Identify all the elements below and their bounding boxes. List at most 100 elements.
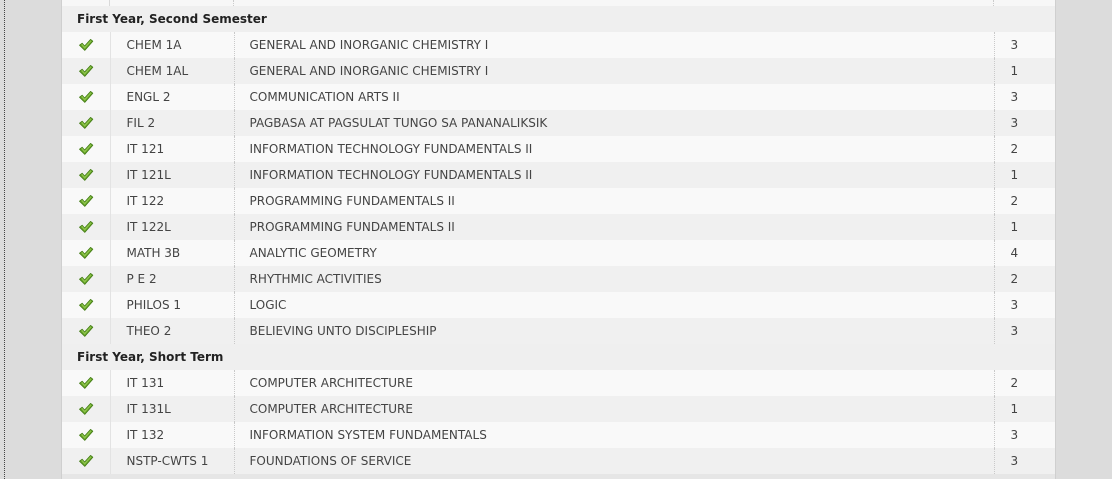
course-row: IT 131 COMPUTER ARCHITECTURE 2 — [62, 370, 1055, 396]
course-units: 1 — [994, 58, 1055, 84]
curriculum-panel: First Year, Second Semester CHEM 1A GENE… — [61, 0, 1056, 479]
check-icon — [78, 246, 94, 260]
course-code: IT 122 — [110, 188, 235, 214]
check-icon — [78, 194, 94, 208]
status-cell — [62, 162, 111, 188]
course-units: 3 — [994, 422, 1055, 448]
course-title: COMPUTER ARCHITECTURE — [234, 396, 995, 422]
check-icon — [78, 116, 94, 130]
course-title: PROGRAMMING FUNDAMENTALS II — [234, 188, 995, 214]
course-title: GENERAL AND INORGANIC CHEMISTRY I — [234, 58, 995, 84]
semester-heading: First Year, Second Semester — [62, 6, 1055, 32]
course-code: CHEM 1AL — [110, 58, 235, 84]
course-row: IT 122 PROGRAMMING FUNDAMENTALS II 2 — [62, 188, 1055, 214]
course-units: 3 — [994, 318, 1055, 344]
course-units: 2 — [994, 188, 1055, 214]
check-icon — [78, 376, 94, 390]
course-units: 1 — [994, 162, 1055, 188]
course-units: 1 — [994, 396, 1055, 422]
course-title: GENERAL AND INORGANIC CHEMISTRY I — [234, 32, 995, 58]
course-units: 3 — [994, 110, 1055, 136]
course-code: IT 122L — [110, 214, 235, 240]
status-cell — [62, 396, 111, 422]
status-cell — [62, 58, 111, 84]
course-units: 1 — [994, 214, 1055, 240]
course-code: PHILOS 1 — [110, 292, 235, 318]
course-title: PAGBASA AT PAGSULAT TUNGO SA PANANALIKSI… — [234, 110, 995, 136]
course-code: IT 131 — [110, 370, 235, 396]
course-units: 3 — [994, 84, 1055, 110]
course-code: CHEM 1A — [110, 32, 235, 58]
check-icon — [78, 272, 94, 286]
course-row: IT 132 INFORMATION SYSTEM FUNDAMENTALS 3 — [62, 422, 1055, 448]
status-cell — [62, 370, 111, 396]
course-row: CHEM 1A GENERAL AND INORGANIC CHEMISTRY … — [62, 32, 1055, 58]
check-icon — [78, 38, 94, 52]
course-units: 3 — [994, 32, 1055, 58]
course-title: PROGRAMMING FUNDAMENTALS II — [234, 214, 995, 240]
course-title: LOGIC — [234, 292, 995, 318]
course-title: INFORMATION SYSTEM FUNDAMENTALS — [234, 422, 995, 448]
status-cell — [62, 240, 111, 266]
status-cell — [62, 32, 111, 58]
check-icon — [78, 64, 94, 78]
semester-heading-row: First Year, Short Term — [62, 344, 1055, 370]
course-row: IT 122L PROGRAMMING FUNDAMENTALS II 1 — [62, 214, 1055, 240]
course-code: IT 131L — [110, 396, 235, 422]
status-cell — [62, 422, 111, 448]
course-code: IT 121L — [110, 162, 235, 188]
page: First Year, Second Semester CHEM 1A GENE… — [0, 0, 1112, 479]
course-units: 4 — [994, 240, 1055, 266]
check-icon — [78, 428, 94, 442]
course-row: NSTP-CWTS 1 FOUNDATIONS OF SERVICE 3 — [62, 448, 1055, 474]
check-icon — [78, 324, 94, 338]
course-title: COMMUNICATION ARTS II — [234, 84, 995, 110]
course-row: FIL 2 PAGBASA AT PAGSULAT TUNGO SA PANAN… — [62, 110, 1055, 136]
status-cell — [62, 188, 111, 214]
course-units: 3 — [994, 448, 1055, 474]
course-units: 3 — [994, 292, 1055, 318]
course-row: IT 131L COMPUTER ARCHITECTURE 1 — [62, 396, 1055, 422]
course-row: CHEM 1AL GENERAL AND INORGANIC CHEMISTRY… — [62, 58, 1055, 84]
check-icon — [78, 142, 94, 156]
status-cell — [62, 448, 111, 474]
course-title: ANALYTIC GEOMETRY — [234, 240, 995, 266]
semester-heading: First Year, Short Term — [62, 344, 1055, 370]
course-row: ENGL 2 COMMUNICATION ARTS II 3 — [62, 84, 1055, 110]
check-icon — [78, 90, 94, 104]
course-code: THEO 2 — [110, 318, 235, 344]
course-units: 2 — [994, 370, 1055, 396]
course-row: IT 121 INFORMATION TECHNOLOGY FUNDAMENTA… — [62, 136, 1055, 162]
course-units: 2 — [994, 266, 1055, 292]
check-icon — [78, 168, 94, 182]
course-title: COMPUTER ARCHITECTURE — [234, 370, 995, 396]
course-code: MATH 3B — [110, 240, 235, 266]
check-icon — [78, 402, 94, 416]
course-row: P E 2 RHYTHMIC ACTIVITIES 2 — [62, 266, 1055, 292]
course-row: THEO 2 BELIEVING UNTO DISCIPLESHIP 3 — [62, 318, 1055, 344]
course-title: INFORMATION TECHNOLOGY FUNDAMENTALS II — [234, 162, 995, 188]
next-row-remnant — [62, 474, 1055, 479]
course-code: IT 121 — [110, 136, 235, 162]
left-edge-border — [4, 0, 7, 479]
course-row: IT 121L INFORMATION TECHNOLOGY FUNDAMENT… — [62, 162, 1055, 188]
status-cell — [62, 266, 111, 292]
status-cell — [62, 110, 111, 136]
course-title: INFORMATION TECHNOLOGY FUNDAMENTALS II — [234, 136, 995, 162]
course-row: PHILOS 1 LOGIC 3 — [62, 292, 1055, 318]
curriculum-table: First Year, Second Semester CHEM 1A GENE… — [62, 6, 1055, 474]
course-code: IT 132 — [110, 422, 235, 448]
semester-heading-row: First Year, Second Semester — [62, 6, 1055, 32]
course-title: RHYTHMIC ACTIVITIES — [234, 266, 995, 292]
course-code: P E 2 — [110, 266, 235, 292]
course-row: MATH 3B ANALYTIC GEOMETRY 4 — [62, 240, 1055, 266]
check-icon — [78, 220, 94, 234]
check-icon — [78, 454, 94, 468]
status-cell — [62, 214, 111, 240]
status-cell — [62, 318, 111, 344]
status-cell — [62, 136, 111, 162]
course-code: FIL 2 — [110, 110, 235, 136]
course-code: NSTP-CWTS 1 — [110, 448, 235, 474]
course-code: ENGL 2 — [110, 84, 235, 110]
course-units: 2 — [994, 136, 1055, 162]
